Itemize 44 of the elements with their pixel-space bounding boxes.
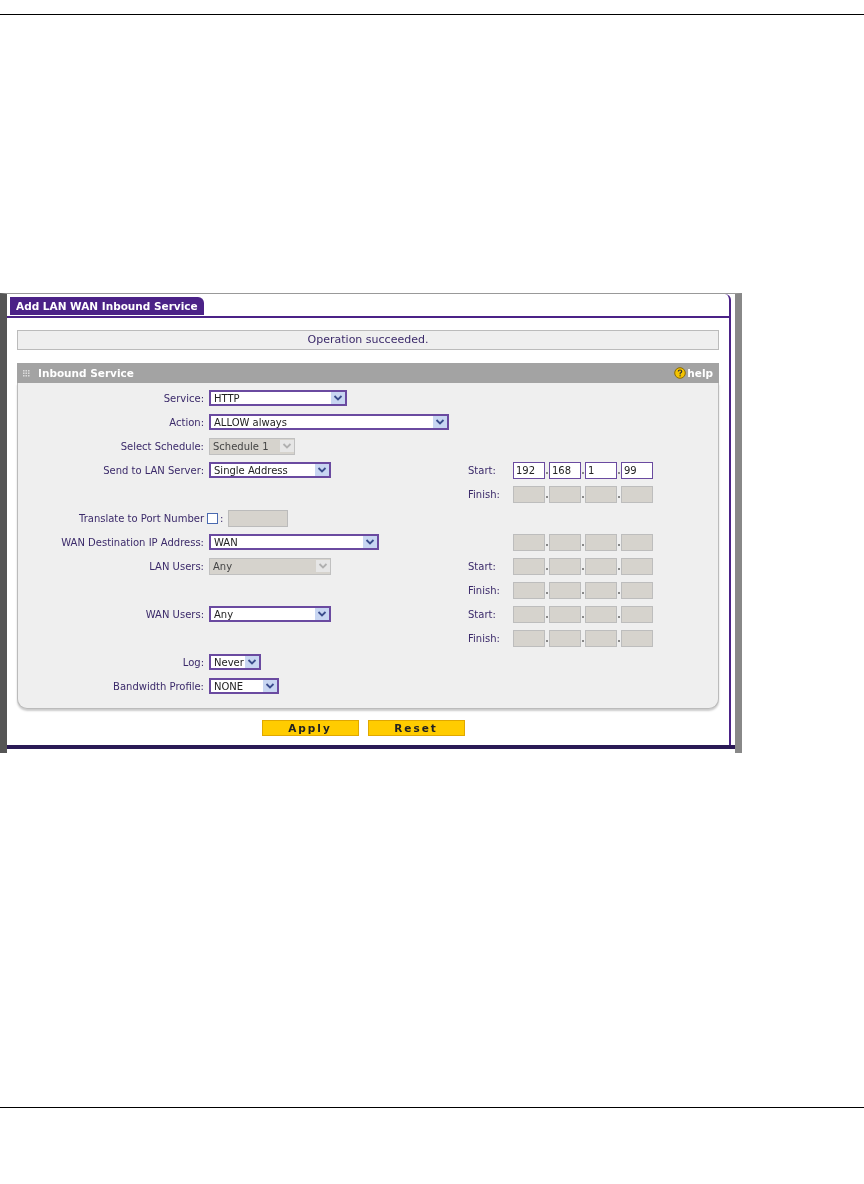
address-label: Start:: [468, 608, 497, 620]
caret-icon: [263, 680, 277, 692]
address-label: Start:: [468, 464, 497, 476]
field-label: WAN Users:: [144, 608, 205, 620]
field-label: Send to LAN Server:: [102, 464, 205, 476]
help-icon: [674, 367, 687, 379]
caret-icon: [245, 656, 259, 668]
dropdown[interactable]: WAN: [209, 534, 379, 550]
dropdown[interactable]: NONE: [209, 678, 279, 694]
dropdown[interactable]: Any: [209, 606, 331, 622]
caret-icon: [280, 440, 294, 452]
field-label: Translate to Port Number: [78, 512, 205, 524]
field-label: Log:: [181, 656, 205, 668]
field-label: Action:: [168, 416, 205, 428]
grip-icon: [23, 369, 30, 377]
field-label: Service:: [162, 392, 205, 404]
caret-icon: [316, 560, 330, 572]
dropdown[interactable]: ALLOW always: [209, 414, 449, 430]
tab[interactable]: Add LAN WAN Inbound Service: [10, 297, 204, 315]
octet-field[interactable]: 168: [549, 461, 581, 479]
octet-field[interactable]: 99: [621, 461, 653, 479]
caret-icon: [315, 464, 329, 476]
status-message: Operation succeeded.: [17, 330, 719, 350]
action-button[interactable]: Apply: [261, 720, 359, 736]
address-label: Start:: [468, 560, 497, 572]
field-label: WAN Destination IP Address:: [60, 536, 205, 548]
address-label: Finish:: [468, 584, 501, 596]
colon-label: :: [220, 512, 224, 524]
action-button[interactable]: Reset: [367, 720, 465, 736]
dropdown[interactable]: Never: [209, 654, 261, 670]
address-label: Finish:: [468, 632, 501, 644]
caret-icon: [433, 416, 447, 428]
dropdown[interactable]: Single Address: [209, 462, 331, 478]
field-label: Bandwidth Profile:: [112, 680, 205, 692]
address-label: Finish:: [468, 488, 501, 500]
field-label: Select Schedule:: [119, 440, 205, 452]
caret-icon: [315, 608, 329, 620]
caret-icon: [363, 536, 377, 548]
dropdown[interactable]: HTTP: [209, 390, 347, 406]
caret-icon: [331, 392, 345, 404]
octet-field[interactable]: 192: [513, 461, 545, 479]
octet-field[interactable]: 1: [585, 461, 617, 479]
section-title: Inbound Service: [38, 367, 135, 379]
field-label: LAN Users:: [148, 560, 205, 572]
